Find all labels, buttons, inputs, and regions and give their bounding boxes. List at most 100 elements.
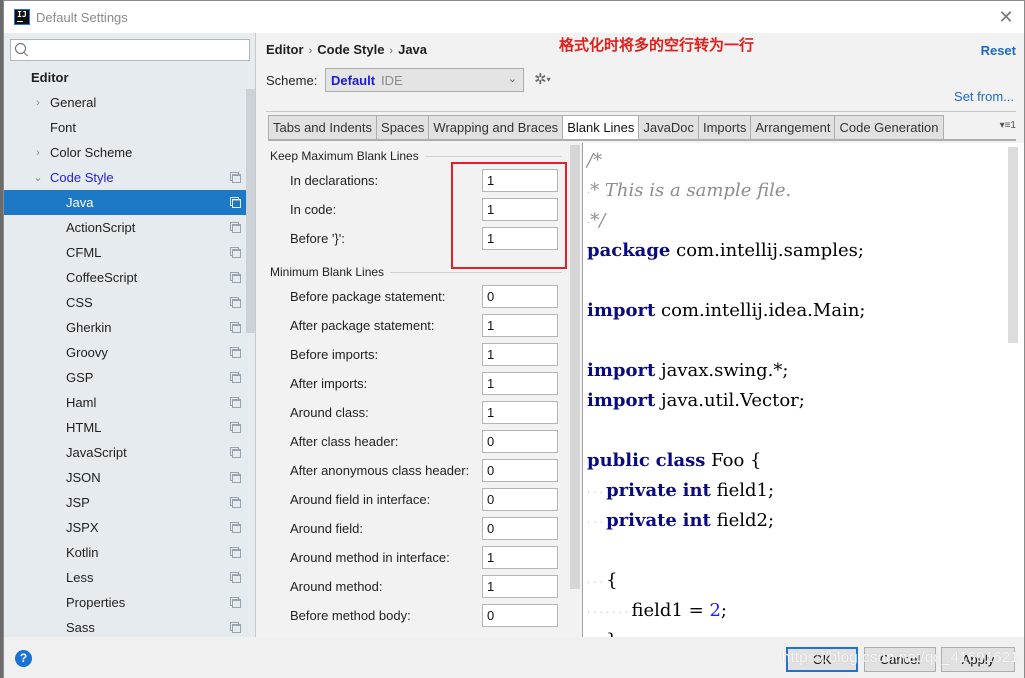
setting-value-input[interactable] — [482, 313, 558, 337]
project-copy-icon — [230, 522, 241, 533]
sidebar-item-label: Properties — [66, 595, 126, 610]
tab-blank-lines[interactable]: Blank Lines — [563, 115, 640, 140]
sidebar-item-actionscript[interactable]: ActionScript — [4, 215, 244, 240]
setting-value-input[interactable] — [482, 226, 558, 250]
setting-row: After class header: — [290, 429, 558, 453]
code-keyword: class — [655, 450, 706, 471]
setting-value-input[interactable] — [482, 284, 558, 308]
tab-overflow-menu-icon[interactable]: ▾≡1 — [1000, 120, 1016, 131]
sidebar-item-css[interactable]: CSS — [4, 290, 244, 315]
gear-menu-button[interactable]: ✲▾ — [534, 70, 551, 88]
sidebar-item-label: Color Scheme — [50, 145, 133, 160]
code-line: /* — [587, 146, 602, 176]
code-line: · · · { — [587, 566, 618, 596]
setting-label: Before method body: — [290, 607, 411, 623]
setting-value-input[interactable] — [482, 487, 558, 511]
setting-value-input[interactable] — [482, 371, 558, 395]
code-line: · · · private int field1; — [587, 476, 774, 506]
reset-link[interactable]: Reset — [981, 43, 1016, 58]
sidebar-scrollbar[interactable] — [246, 89, 255, 333]
sidebar-item-label: JSON — [66, 470, 101, 485]
content-area: Editor › Code Style › Java 格式化时将多的空行转为一行… — [257, 33, 1024, 637]
sidebar-item-less[interactable]: Less — [4, 565, 244, 590]
code-line: · · · private int field2; — [587, 506, 774, 536]
setting-value-input[interactable] — [482, 342, 558, 366]
sidebar-item-coffeescript[interactable]: CoffeeScript — [4, 265, 244, 290]
dialog-footer: ? OK Cancel Apply https://blog.csdn.net/… — [4, 637, 1024, 678]
sidebar-item-groovy[interactable]: Groovy — [4, 340, 244, 365]
set-from-link[interactable]: Set from... — [954, 89, 1014, 104]
settings-search[interactable] — [10, 39, 250, 61]
sidebar-item-properties[interactable]: Properties — [4, 590, 244, 615]
sidebar-item-json[interactable]: JSON — [4, 465, 244, 490]
project-copy-icon — [230, 397, 241, 408]
setting-row: Before method body: — [290, 603, 558, 627]
tab-arrangement[interactable]: Arrangement — [751, 115, 836, 140]
setting-value-input[interactable] — [482, 429, 558, 453]
sidebar-item-jspx[interactable]: JSPX — [4, 515, 244, 540]
whitespace-marker: · · · — [587, 518, 607, 529]
help-icon[interactable]: ? — [15, 650, 32, 667]
tab-wrapping-and-braces[interactable]: Wrapping and Braces — [429, 115, 564, 140]
sidebar-item-jsp[interactable]: JSP — [4, 490, 244, 515]
setting-value-input[interactable] — [482, 197, 558, 221]
sidebar-item-gherkin[interactable]: Gherkin — [4, 315, 244, 340]
setting-value-input[interactable] — [482, 545, 558, 569]
code-line: public class Foo { — [587, 446, 761, 476]
setting-value-input[interactable] — [482, 458, 558, 482]
project-copy-icon — [230, 597, 241, 608]
sidebar-item-label: GSP — [66, 370, 94, 385]
breadcrumb-item: Code Style — [317, 42, 385, 57]
setting-value-input[interactable] — [482, 603, 558, 627]
preview-scrollbar[interactable] — [1008, 147, 1018, 343]
sidebar-item-code-style[interactable]: ⌄ Code Style — [4, 165, 244, 190]
sidebar-item-label: CoffeeScript — [66, 270, 138, 285]
sidebar-item-label: Sass — [66, 620, 95, 635]
code-line: import com.intellij.idea.Main; — [587, 296, 865, 326]
group-title-keep-maximum: Keep Maximum Blank Lines — [270, 149, 562, 163]
project-copy-icon — [230, 447, 241, 458]
setting-value-input[interactable] — [482, 574, 558, 598]
tab-imports[interactable]: Imports — [698, 115, 752, 140]
whitespace-marker: · · · · · · · — [587, 608, 632, 619]
sidebar-item-html[interactable]: HTML — [4, 415, 244, 440]
setting-value-input[interactable] — [482, 168, 558, 192]
breadcrumb-item: Editor — [266, 42, 304, 57]
setting-label: Around field in interface: — [290, 491, 431, 507]
chevron-right-icon[interactable]: › — [33, 147, 43, 159]
tab-spaces[interactable]: Spaces — [377, 115, 430, 140]
tab-code-generation[interactable]: Code Generation — [835, 115, 944, 140]
sidebar-item-java[interactable]: Java — [4, 190, 255, 215]
sidebar-item-javascript[interactable]: JavaScript — [4, 440, 244, 465]
tab-javadoc[interactable]: JavaDoc — [639, 115, 699, 140]
scheme-dropdown[interactable]: Default IDE ⌄ — [325, 68, 524, 92]
tree-section-editor[interactable]: Editor — [4, 65, 244, 90]
sidebar-item-color-scheme[interactable]: › Color Scheme — [4, 140, 244, 165]
search-input[interactable] — [30, 41, 249, 59]
sidebar-item-cfml[interactable]: CFML — [4, 240, 244, 265]
sidebar-item-kotlin[interactable]: Kotlin — [4, 540, 244, 565]
chevron-down-icon: ⌄ — [507, 73, 517, 85]
setting-label: Before '}': — [290, 230, 345, 246]
setting-value-input[interactable] — [482, 516, 558, 540]
cancel-button[interactable]: Cancel — [864, 647, 936, 672]
setting-label: In declarations: — [290, 172, 379, 188]
sidebar-item-haml[interactable]: Haml — [4, 390, 244, 415]
settings-scrollbar[interactable] — [570, 145, 580, 589]
tab-tabs-and-indents[interactable]: Tabs and Indents — [268, 115, 378, 140]
close-icon[interactable]: ✕ — [996, 7, 1016, 27]
apply-button[interactable]: Apply — [941, 647, 1015, 672]
chevron-down-icon[interactable]: ⌄ — [33, 171, 43, 184]
sidebar-item-label: General — [50, 95, 97, 110]
setting-value-input[interactable] — [482, 400, 558, 424]
setting-label: Around method: — [290, 578, 383, 594]
intellij-app-icon: IJ — [14, 9, 30, 25]
setting-label: Before package statement: — [290, 288, 446, 304]
setting-label: Around method in interface: — [290, 549, 450, 565]
sidebar-item-gsp[interactable]: GSP — [4, 365, 244, 390]
sidebar-item-font[interactable]: Font — [4, 115, 244, 140]
sidebar-item-general[interactable]: › General — [4, 90, 244, 115]
sidebar-item-sass[interactable]: Sass — [4, 615, 244, 637]
chevron-right-icon[interactable]: › — [33, 97, 43, 109]
ok-button[interactable]: OK — [786, 647, 858, 672]
